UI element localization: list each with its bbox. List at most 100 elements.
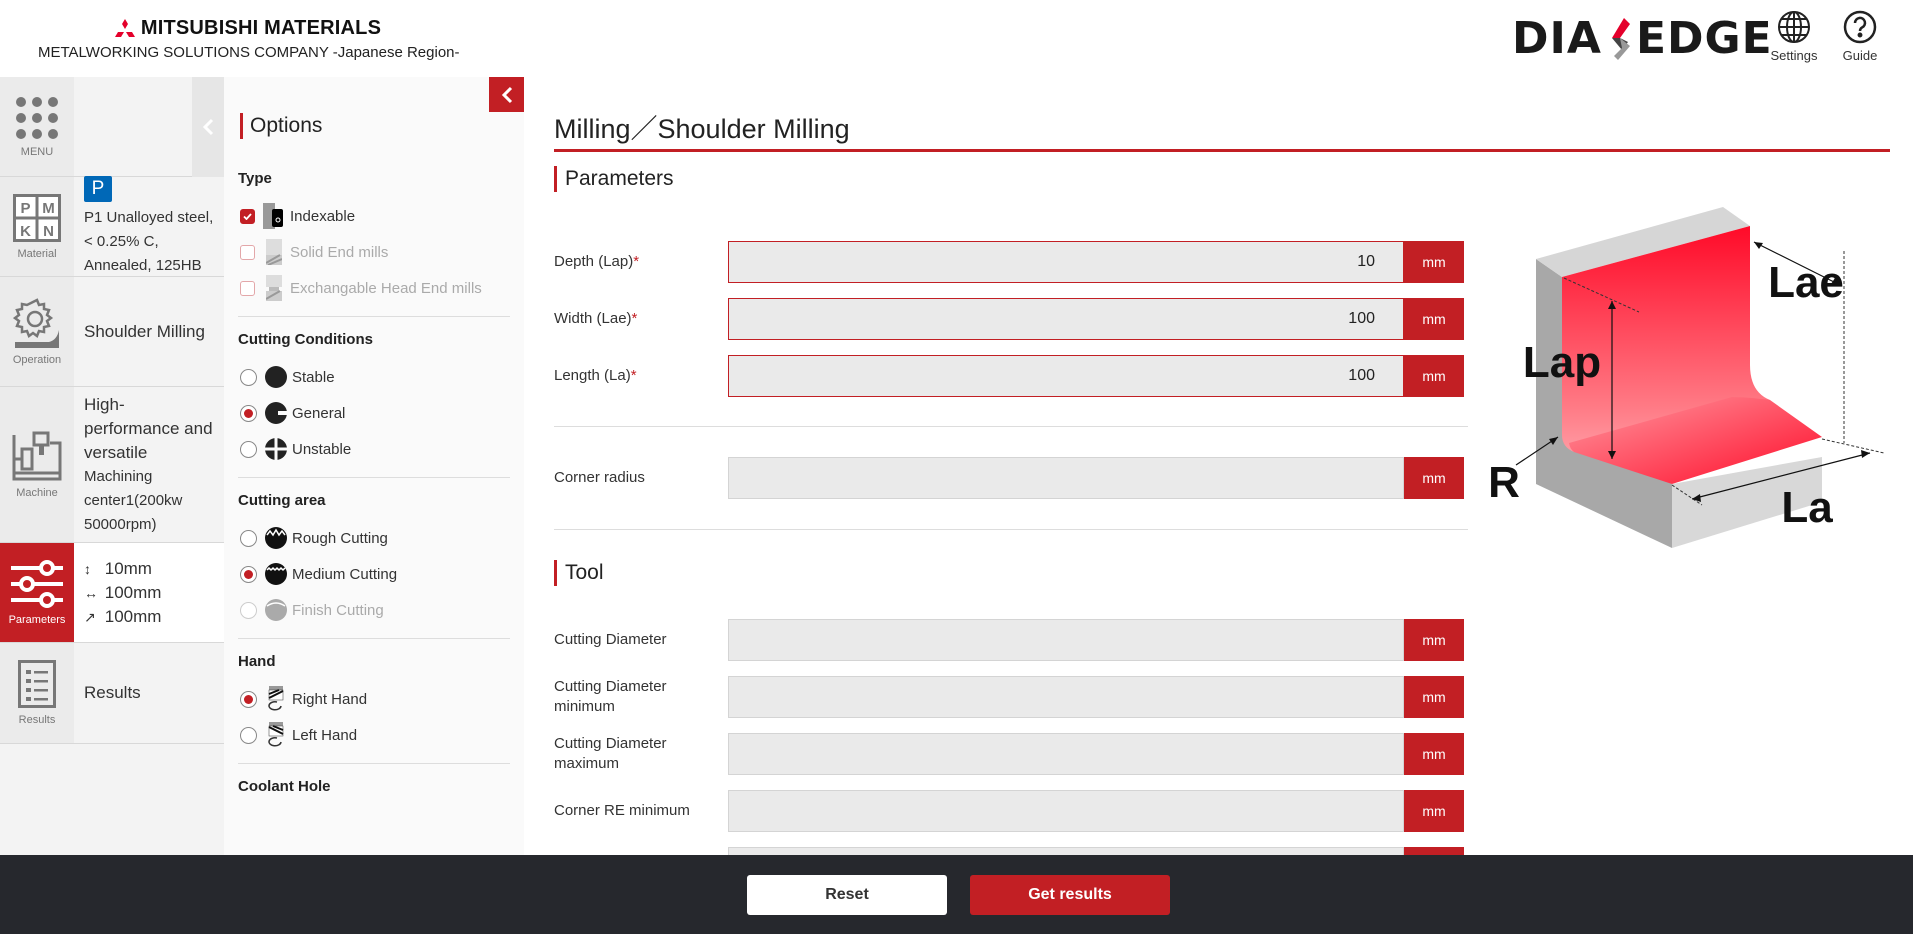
options-collapse-button[interactable] <box>489 77 524 112</box>
condition-general[interactable]: General <box>238 395 510 431</box>
svg-text:K: K <box>20 223 31 240</box>
r-label: R <box>1488 458 1520 507</box>
depth-input[interactable]: 10 <box>728 241 1404 283</box>
machine-title: High-performance and versatile <box>84 394 213 462</box>
param-width: ↔ 100mm <box>84 581 214 605</box>
exchangable-head-checkbox[interactable] <box>240 280 255 296</box>
hand-right[interactable]: Right Hand <box>238 681 510 717</box>
medium-radio[interactable] <box>240 565 257 583</box>
type-indexable[interactable]: Indexable <box>238 198 510 234</box>
cutting-area-heading: Cutting area <box>238 492 326 509</box>
cutting-diameter-max-input[interactable] <box>728 733 1404 775</box>
stable-radio[interactable] <box>240 368 257 386</box>
shoulder-milling-diagram: Lae Lap La R <box>1488 207 1885 548</box>
coolant-heading: Coolant Hole <box>238 778 331 795</box>
stable-icon <box>264 365 288 389</box>
nav-parameters[interactable]: Parameters ↕ 10mm ↔ 100mm ↗ 100mm <box>0 543 224 643</box>
parameters-label: Parameters <box>8 613 66 626</box>
globe-icon <box>1778 11 1810 43</box>
material-description: P1 Unalloyed steel, < 0.25% C, Annealed,… <box>84 208 214 274</box>
material-p-badge: P <box>84 175 112 202</box>
cutting-diameter-min-unit: mm <box>1404 676 1464 718</box>
mitsubishi-brand: MITSUBISHI MATERIALS METALWORKING SOLUTI… <box>38 16 460 62</box>
divider <box>554 529 1468 530</box>
type-exchangable-head[interactable]: Exchangable Head End mills <box>238 270 510 306</box>
guide-label: Guide <box>1842 48 1878 63</box>
finish-radio[interactable] <box>240 601 257 619</box>
indexable-tool-icon <box>262 203 286 229</box>
options-title: Options <box>240 113 322 139</box>
milling-cutter-icon <box>13 297 59 348</box>
area-medium[interactable]: Medium Cutting <box>238 556 510 592</box>
cutting-diameter-input[interactable] <box>728 619 1404 661</box>
guide-button[interactable]: Guide <box>1832 10 1888 63</box>
nav-menu[interactable]: MENU <box>0 77 224 177</box>
depth-unit: mm <box>1404 241 1464 283</box>
tool-section-title: Tool <box>554 560 604 586</box>
corner-radius-label: Corner radius <box>554 469 645 486</box>
nav-operation[interactable]: Operation Shoulder Milling <box>0 277 224 387</box>
depth-arrow-icon: ↕ <box>84 560 91 577</box>
type-solid-end-mills[interactable]: Solid End mills <box>238 234 510 270</box>
lae-label: Lae <box>1768 258 1844 307</box>
corner-re-min-input[interactable] <box>728 790 1404 832</box>
cutting-area-section: Cutting area Rough Cutting Medium Cuttin… <box>238 492 510 639</box>
condition-unstable[interactable]: Unstable <box>238 431 510 467</box>
general-radio[interactable] <box>240 404 257 422</box>
material-grid-icon: P M K N <box>13 193 61 242</box>
machine-icon <box>12 431 62 480</box>
corner-radius-input[interactable] <box>728 457 1404 499</box>
cutting-diameter-max-row: Cutting Diameter maximum mm <box>554 733 1468 775</box>
settings-button[interactable]: Settings <box>1766 10 1822 63</box>
depth-label: Depth (Lap) <box>554 253 634 270</box>
cutting-diameter-label: Cutting Diameter <box>554 631 667 648</box>
nav-results[interactable]: Results Results <box>0 643 224 744</box>
operation-label: Operation <box>12 353 62 366</box>
area-rough[interactable]: Rough Cutting <box>238 520 510 556</box>
nav-machine[interactable]: Machine High-performance and versatile M… <box>0 387 224 543</box>
results-list-icon <box>18 660 56 708</box>
cutting-diameter-max-label: Cutting Diameter maximum <box>554 735 667 772</box>
menu-label: MENU <box>20 145 54 158</box>
length-input[interactable]: 100 <box>728 355 1404 397</box>
left-nav: MENU P M K N Material P P1 Unalloyed ste… <box>0 77 224 855</box>
solid-end-mills-checkbox[interactable] <box>240 244 255 260</box>
right-hand-radio[interactable] <box>240 690 257 708</box>
nav-collapse-button[interactable] <box>192 77 224 177</box>
machine-label: Machine <box>16 486 58 499</box>
main-content: Milling／Shoulder Milling Parameters Dept… <box>524 77 1913 855</box>
depth-field-row: Depth (Lap)* 10 mm <box>554 241 1468 283</box>
settings-label: Settings <box>1770 48 1818 63</box>
area-finish[interactable]: Finish Cutting <box>238 592 510 628</box>
hand-left[interactable]: Left Hand <box>238 717 510 753</box>
length-arrow-icon: ↗ <box>84 608 96 625</box>
hand-section: Hand Right Hand Left Hand <box>238 653 510 764</box>
rough-cutting-icon <box>264 526 288 550</box>
general-icon <box>264 401 288 425</box>
rough-radio[interactable] <box>240 529 257 547</box>
get-results-button[interactable]: Get results <box>970 875 1170 915</box>
lap-label: Lap <box>1523 338 1601 387</box>
condition-stable[interactable]: Stable <box>238 359 510 395</box>
indexable-checkbox[interactable] <box>240 208 255 224</box>
svg-text:M: M <box>42 200 55 217</box>
next-tool-input[interactable] <box>728 847 1404 855</box>
corner-radius-unit: mm <box>1404 457 1464 499</box>
help-icon <box>1843 10 1877 44</box>
corner-re-min-label: Corner RE minimum <box>554 802 690 819</box>
results-value: Results <box>84 683 141 702</box>
length-unit: mm <box>1404 355 1464 397</box>
coolant-section: Coolant Hole <box>238 778 510 816</box>
param-length: ↗ 100mm <box>84 605 214 629</box>
reset-button[interactable]: Reset <box>747 875 947 915</box>
nav-material[interactable]: P M K N Material P P1 Unalloyed steel, <… <box>0 175 224 277</box>
app-header: MITSUBISHI MATERIALS METALWORKING SOLUTI… <box>0 0 1913 77</box>
brand-name: MITSUBISHI MATERIALS <box>140 16 382 39</box>
param-depth: ↕ 10mm <box>84 557 214 581</box>
unstable-radio[interactable] <box>240 440 257 458</box>
diaedge-mark-icon <box>1611 18 1630 60</box>
cutting-diameter-min-input[interactable] <box>728 676 1404 718</box>
left-hand-radio[interactable] <box>240 726 257 744</box>
width-input[interactable]: 100 <box>728 298 1404 340</box>
length-label: Length (La) <box>554 367 631 384</box>
